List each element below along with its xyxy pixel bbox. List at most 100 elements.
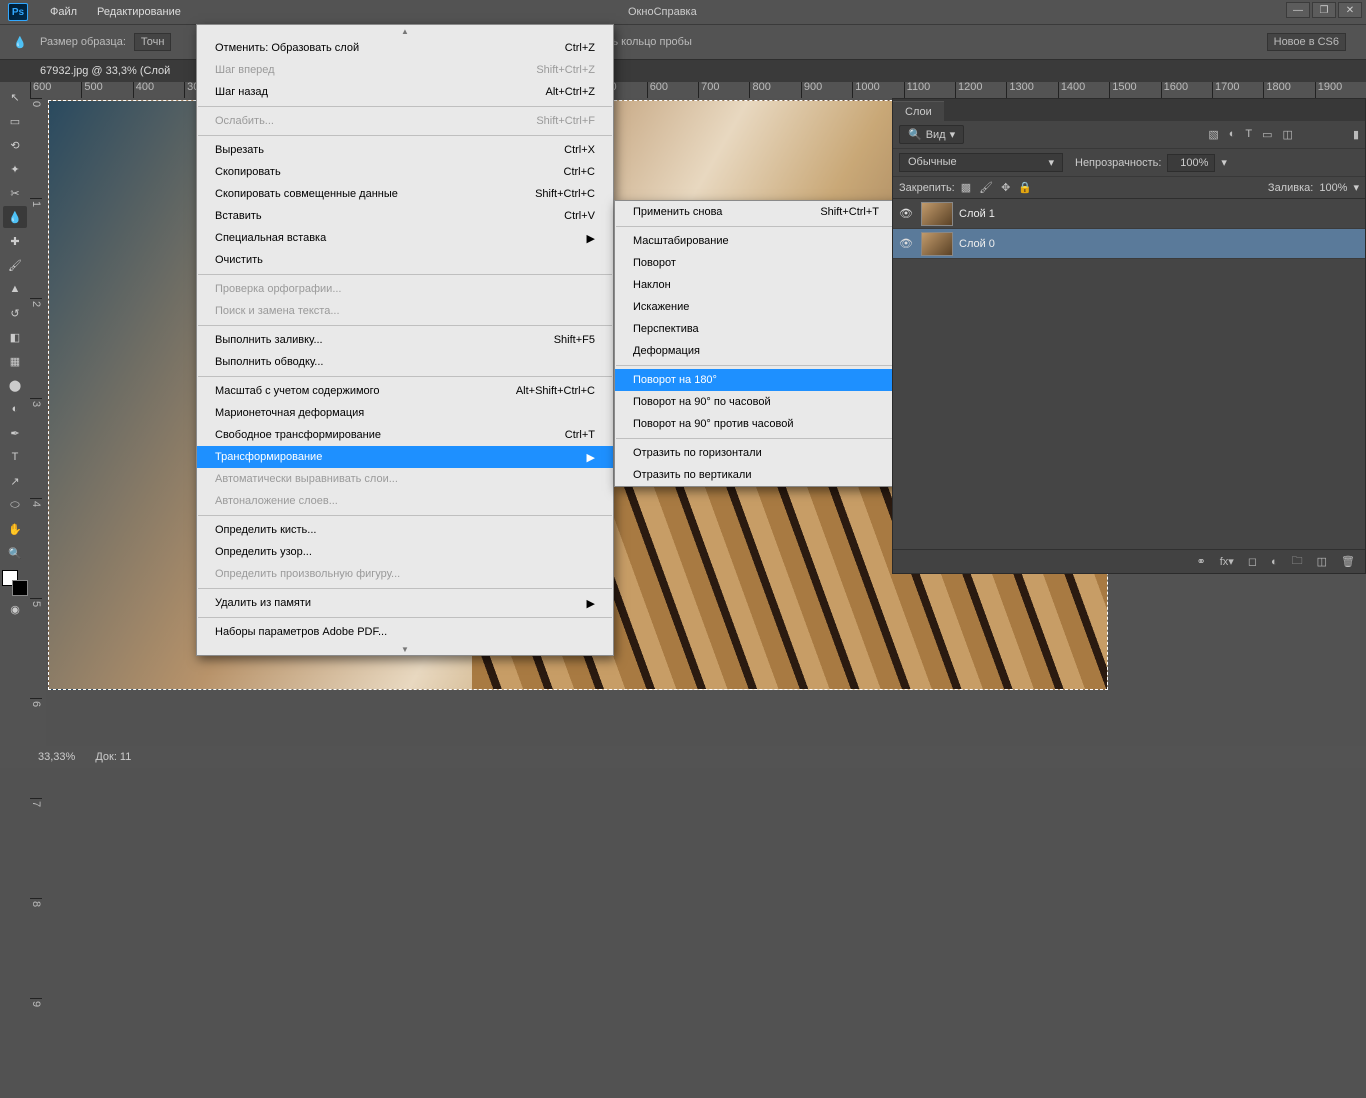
- zoom-tool[interactable]: 🔍: [3, 542, 27, 564]
- lock-position-icon[interactable]: ✥: [1001, 181, 1010, 194]
- type-tool[interactable]: T: [3, 446, 27, 468]
- marquee-tool[interactable]: ▭: [3, 110, 27, 132]
- layer-name[interactable]: Слой 1: [959, 208, 995, 220]
- visibility-icon[interactable]: 👁: [897, 207, 915, 220]
- filter-smart-icon[interactable]: ◫: [1283, 128, 1293, 141]
- blend-mode-select[interactable]: Обычные▾: [899, 153, 1063, 172]
- menu-item[interactable]: Удалить из памяти▶: [197, 592, 613, 614]
- menu-item[interactable]: ВставитьCtrl+V: [197, 205, 613, 227]
- sample-ring-label: ать кольцо пробы: [601, 36, 691, 48]
- minimize-button[interactable]: —: [1286, 2, 1310, 18]
- layer-name[interactable]: Слой 0: [959, 238, 995, 250]
- path-select-tool[interactable]: ↗: [3, 470, 27, 492]
- zoom-level[interactable]: 33,33%: [38, 751, 75, 763]
- menu-item[interactable]: Масштабирование: [615, 230, 897, 252]
- filter-shape-icon[interactable]: ▭: [1262, 128, 1272, 141]
- menu-edit[interactable]: Редактирование: [87, 2, 191, 22]
- layer-row[interactable]: 👁 Слой 0: [893, 229, 1365, 259]
- menu-item[interactable]: Свободное трансформированиеCtrl+T: [197, 424, 613, 446]
- quickmask-toggle[interactable]: ◉: [3, 598, 27, 620]
- menu-scroll-up[interactable]: ▲: [197, 25, 613, 37]
- opacity-field[interactable]: 100%: [1167, 154, 1215, 172]
- document-tab[interactable]: 67932.jpg @ 33,3% (Слой: [40, 65, 170, 77]
- menu-item[interactable]: Очистить: [197, 249, 613, 271]
- menu-item[interactable]: Выполнить обводку...: [197, 351, 613, 373]
- menu-item[interactable]: Поворот на 90° по часовой: [615, 391, 897, 413]
- layer-mask-icon[interactable]: ◻: [1248, 555, 1257, 568]
- layer-style-icon[interactable]: fx▾: [1220, 555, 1234, 568]
- menu-item[interactable]: СкопироватьCtrl+C: [197, 161, 613, 183]
- eraser-tool[interactable]: ◧: [3, 326, 27, 348]
- menu-item[interactable]: Масштаб с учетом содержимогоAlt+Shift+Ct…: [197, 380, 613, 402]
- layer-thumbnail[interactable]: [921, 202, 953, 226]
- dodge-tool[interactable]: ◐: [3, 398, 27, 420]
- lock-all-icon[interactable]: 🔒: [1018, 181, 1032, 194]
- filter-toggle[interactable]: ▮: [1353, 128, 1359, 141]
- menu-help[interactable]: Справка: [654, 6, 697, 18]
- background-swatch[interactable]: [12, 580, 28, 596]
- menu-item[interactable]: Скопировать совмещенные данныеShift+Ctrl…: [197, 183, 613, 205]
- menu-item[interactable]: Наборы параметров Adobe PDF...: [197, 621, 613, 643]
- doc-info[interactable]: Док: 11: [95, 751, 131, 763]
- crop-tool[interactable]: ✂: [3, 182, 27, 204]
- visibility-icon[interactable]: 👁: [897, 237, 915, 250]
- menu-item[interactable]: Отразить по вертикали: [615, 464, 897, 486]
- gradient-tool[interactable]: ▦: [3, 350, 27, 372]
- layer-thumbnail[interactable]: [921, 232, 953, 256]
- group-icon[interactable]: 🗀: [1292, 552, 1303, 571]
- lock-transparency-icon[interactable]: ▩: [961, 181, 971, 194]
- link-layers-icon[interactable]: ⚭: [1197, 555, 1206, 568]
- menu-item[interactable]: Наклон: [615, 274, 897, 296]
- menu-item[interactable]: Шаг назадAlt+Ctrl+Z: [197, 81, 613, 103]
- move-tool[interactable]: ↖: [3, 86, 27, 108]
- menu-item[interactable]: Применить сноваShift+Ctrl+T: [615, 201, 897, 223]
- menu-item[interactable]: Поворот на 180°: [615, 369, 897, 391]
- history-brush-tool[interactable]: ↺: [3, 302, 27, 324]
- menu-item[interactable]: Поворот на 90° против часовой: [615, 413, 897, 435]
- filter-adjust-icon[interactable]: ◐: [1229, 128, 1236, 141]
- menu-item[interactable]: Определить кисть...: [197, 519, 613, 541]
- healing-tool[interactable]: ✚: [3, 230, 27, 252]
- color-swatches[interactable]: [2, 570, 28, 596]
- menu-window[interactable]: Окно: [628, 6, 654, 18]
- new-layer-icon[interactable]: ◫: [1317, 555, 1327, 568]
- hand-tool[interactable]: ✋: [3, 518, 27, 540]
- delete-layer-icon[interactable]: 🗑: [1341, 555, 1355, 568]
- menu-item[interactable]: Отразить по горизонтали: [615, 442, 897, 464]
- sample-size-dropdown[interactable]: Точн: [134, 33, 172, 51]
- menu-item[interactable]: Выполнить заливку...Shift+F5: [197, 329, 613, 351]
- close-button[interactable]: ✕: [1338, 2, 1362, 18]
- layers-tab[interactable]: Слои: [893, 101, 944, 122]
- layer-row[interactable]: 👁 Слой 1: [893, 199, 1365, 229]
- menu-file[interactable]: Файл: [40, 2, 87, 22]
- blur-tool[interactable]: ⬤: [3, 374, 27, 396]
- menu-item[interactable]: Определить узор...: [197, 541, 613, 563]
- brush-tool[interactable]: 🖌: [3, 254, 27, 276]
- lasso-tool[interactable]: ⟲: [3, 134, 27, 156]
- quick-select-tool[interactable]: ✦: [3, 158, 27, 180]
- filter-type-icon[interactable]: T: [1245, 128, 1252, 141]
- stamp-tool[interactable]: ▲: [3, 278, 27, 300]
- fill-label: Заливка:: [1268, 182, 1313, 194]
- menu-item[interactable]: Трансформирование▶: [197, 446, 613, 468]
- eyedropper-tool[interactable]: 💧: [3, 206, 27, 228]
- lock-pixels-icon[interactable]: 🖌: [979, 181, 993, 194]
- menu-item[interactable]: Перспектива: [615, 318, 897, 340]
- menu-item[interactable]: Поворот: [615, 252, 897, 274]
- menu-item: Определить произвольную фигуру...: [197, 563, 613, 585]
- shape-tool[interactable]: ⬭: [3, 494, 27, 516]
- menu-scroll-down[interactable]: ▼: [197, 643, 613, 655]
- menu-item[interactable]: ВырезатьCtrl+X: [197, 139, 613, 161]
- menu-item[interactable]: Отменить: Образовать слойCtrl+Z: [197, 37, 613, 59]
- maximize-button[interactable]: ❐: [1312, 2, 1336, 18]
- menu-item[interactable]: Деформация: [615, 340, 897, 362]
- fill-field[interactable]: 100%: [1319, 182, 1347, 194]
- layer-filter-kind[interactable]: 🔍 Вид ▾: [899, 125, 964, 144]
- menu-item[interactable]: Специальная вставка▶: [197, 227, 613, 249]
- menu-item[interactable]: Искажение: [615, 296, 897, 318]
- pen-tool[interactable]: ✒: [3, 422, 27, 444]
- filter-pixel-icon[interactable]: ▧: [1208, 128, 1218, 141]
- menu-item[interactable]: Марионеточная деформация: [197, 402, 613, 424]
- workspace-switcher[interactable]: Новое в CS6: [1267, 33, 1346, 51]
- adjustment-layer-icon[interactable]: ◐: [1271, 556, 1278, 568]
